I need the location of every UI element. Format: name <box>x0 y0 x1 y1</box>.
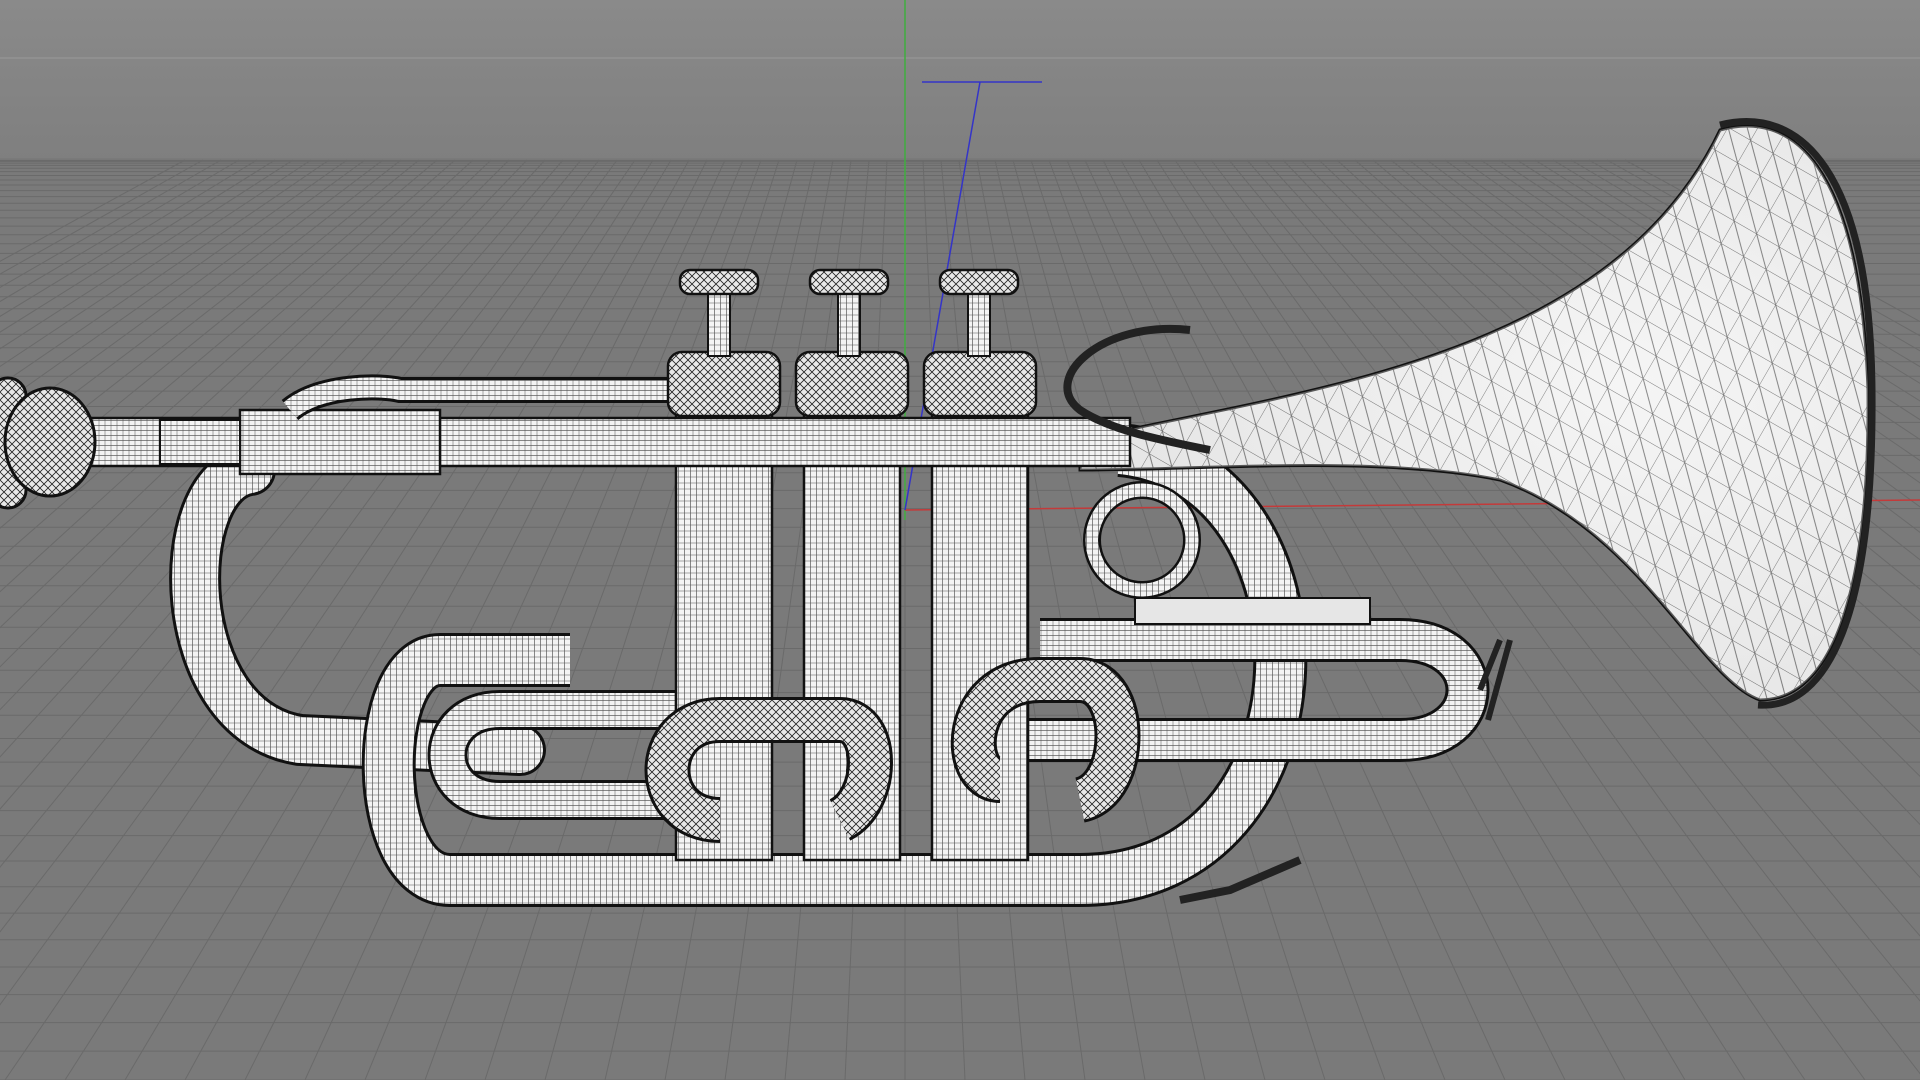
leadpipe[interactable] <box>78 408 1132 476</box>
3d-viewport[interactable] <box>0 0 1920 1080</box>
viewport-canvas[interactable] <box>0 0 1920 1080</box>
valve-top-1[interactable] <box>666 350 782 418</box>
valve-top-2[interactable] <box>794 350 910 418</box>
valve-top-3[interactable] <box>922 350 1038 418</box>
water-key-bar[interactable] <box>1134 597 1371 625</box>
viewport-sky <box>0 0 1920 160</box>
